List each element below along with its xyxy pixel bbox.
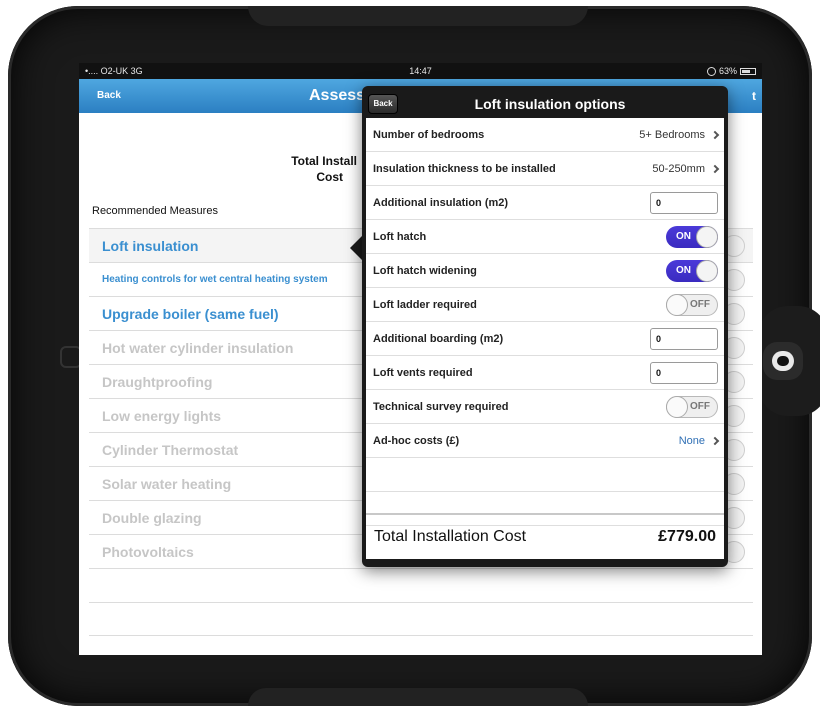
additional-boarding-input[interactable]: 0	[650, 327, 718, 350]
toggle-knob	[696, 225, 718, 248]
option-label: Technical survey required	[373, 400, 509, 413]
clock: 14:47	[409, 66, 432, 76]
option-additional-insulation: Additional insulation (m2) 0	[366, 186, 724, 220]
port-hole-icon	[772, 351, 794, 371]
chevron-right-icon	[710, 130, 720, 139]
measure-label: Cylinder Thermostat	[102, 441, 239, 458]
battery-icon	[740, 68, 756, 76]
option-value: None	[678, 434, 720, 447]
measure-label: Solar water heating	[102, 475, 232, 492]
loft-hatch-toggle[interactable]: ON	[666, 225, 718, 248]
technical-survey-toggle[interactable]: OFF	[666, 395, 718, 418]
column-header-line2: Cost	[316, 170, 343, 184]
toggle-state: OFF	[690, 400, 710, 412]
option-value: 50-250mm	[652, 162, 720, 175]
popover-header: Back Loft insulation options	[366, 90, 724, 118]
option-value: 5+ Bedrooms	[639, 128, 720, 141]
additional-insulation-input[interactable]: 0	[650, 191, 718, 214]
measure-label: Hot water cylinder insulation	[102, 339, 294, 356]
option-label: Ad-hoc costs (£)	[373, 434, 460, 447]
option-label: Additional insulation (m2)	[373, 196, 509, 209]
option-loft-hatch: Loft hatch ON	[366, 220, 724, 254]
nav-title: Assess	[309, 87, 366, 104]
option-value-text: 50-250mm	[652, 162, 705, 175]
popover-body: Number of bedrooms 5+ Bedrooms Insulatio…	[366, 118, 724, 559]
toggle-knob	[696, 259, 718, 282]
option-label: Loft vents required	[373, 366, 473, 379]
status-bar: •.... O2-UK 3G 14:47 63%	[79, 63, 762, 79]
loft-ladder-toggle[interactable]: OFF	[666, 293, 718, 316]
measure-label: Upgrade boiler (same fuel)	[102, 305, 279, 322]
empty-row	[89, 602, 753, 636]
total-installation-cost-row: Total Installation Cost £779.00	[366, 513, 724, 559]
measure-label: Loft insulation	[102, 237, 199, 254]
option-label: Additional boarding (m2)	[373, 332, 504, 345]
toggle-knob	[666, 395, 688, 418]
loft-hatch-widening-toggle[interactable]: ON	[666, 259, 718, 282]
measure-label: Heating controls for wet central heating…	[102, 274, 328, 285]
toggle-state: ON	[676, 264, 691, 276]
recommended-measures-label: Recommended Measures	[92, 205, 218, 217]
option-loft-hatch-widening: Loft hatch widening ON	[366, 254, 724, 288]
column-header: Total Install Cost	[287, 153, 357, 185]
popover-title: Loft insulation options	[474, 96, 626, 112]
measure-label: Low energy lights	[102, 407, 222, 424]
option-insulation-thickness[interactable]: Insulation thickness to be installed 50-…	[366, 152, 724, 186]
option-adhoc-costs[interactable]: Ad-hoc costs (£) None	[366, 424, 724, 458]
toggle-state: ON	[676, 230, 691, 242]
option-number-of-bedrooms[interactable]: Number of bedrooms 5+ Bedrooms	[366, 118, 724, 152]
option-label: Loft ladder required	[373, 298, 477, 311]
chevron-right-icon	[710, 164, 720, 173]
back-button[interactable]: Back	[97, 90, 121, 101]
option-value-text: None	[678, 434, 705, 447]
nav-right-fragment: t	[752, 89, 756, 103]
case-bumper-top	[248, 6, 588, 26]
option-value-text: 5+ Bedrooms	[639, 128, 705, 141]
measure-label: Photovoltaics	[102, 543, 194, 560]
case-port-plug	[763, 342, 803, 380]
chevron-right-icon	[710, 436, 720, 445]
loft-vents-input[interactable]: 0	[650, 361, 718, 384]
loft-options-popover: Back Loft insulation options Number of b…	[362, 86, 728, 567]
empty-row	[366, 458, 724, 492]
column-header-line1: Total Install	[291, 154, 357, 168]
option-label: Loft hatch	[373, 230, 427, 243]
measure-label: Double glazing	[102, 509, 202, 526]
case-bumper-bottom	[248, 688, 588, 706]
option-loft-vents: Loft vents required 0	[366, 356, 724, 390]
option-label: Insulation thickness to be installed	[373, 162, 556, 175]
measure-label: Draughtproofing	[102, 373, 213, 390]
option-label: Number of bedrooms	[373, 128, 485, 141]
total-label: Total Installation Cost	[374, 528, 527, 545]
option-additional-boarding: Additional boarding (m2) 0	[366, 322, 724, 356]
option-loft-ladder: Loft ladder required OFF	[366, 288, 724, 322]
total-amount: £779.00	[658, 528, 716, 545]
empty-row	[89, 568, 753, 602]
toggle-state: OFF	[690, 298, 710, 310]
option-label: Loft hatch widening	[373, 264, 477, 277]
option-technical-survey: Technical survey required OFF	[366, 390, 724, 424]
toggle-knob	[666, 293, 688, 316]
